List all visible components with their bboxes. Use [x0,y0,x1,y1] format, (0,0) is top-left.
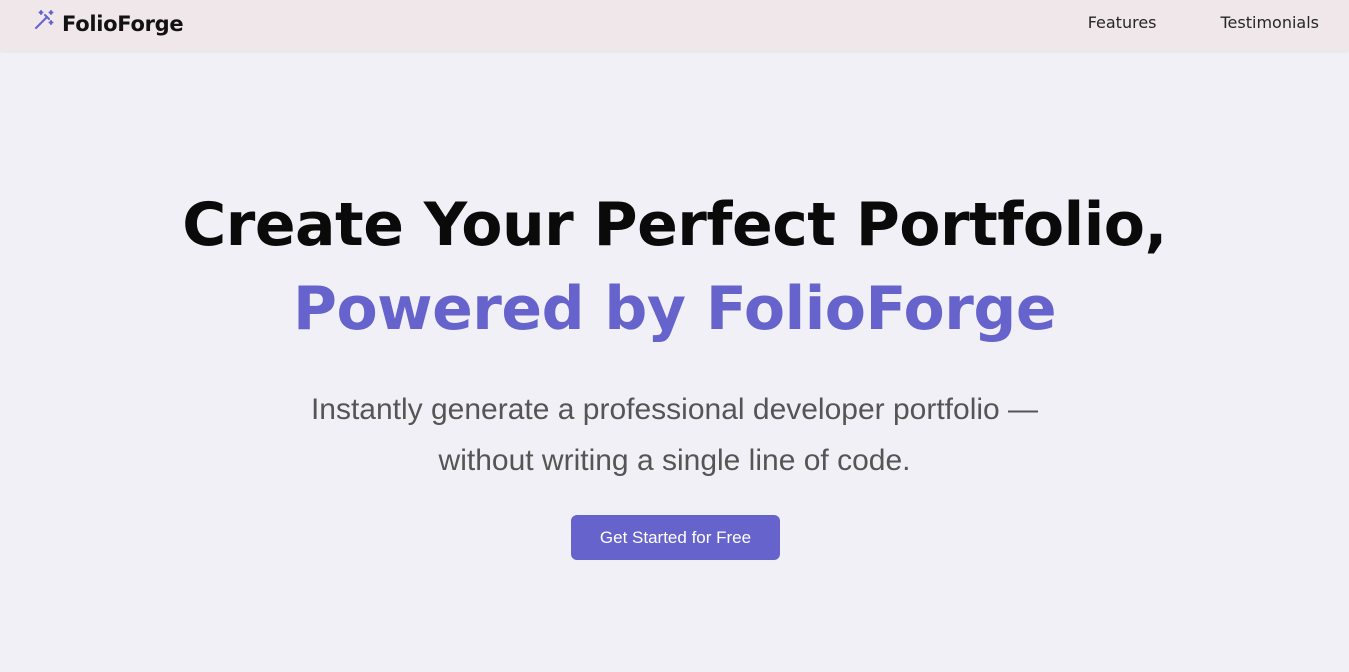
navbar: FolioForge Features Testimonials [0,0,1349,51]
get-started-button[interactable]: Get Started for Free [571,515,780,560]
magic-wand-icon [32,8,56,32]
hero-subtitle-line1: Instantly generate a professional develo… [310,393,1039,426]
nav-links: Features Testimonials [1024,13,1319,32]
nav-link-features[interactable]: Features [1088,13,1157,32]
hero-title-accent: Powered by FolioForge [292,274,1057,344]
nav-link-testimonials[interactable]: Testimonials [1221,13,1320,32]
hero-title-line1: Create Your Perfect Portfolio, [182,190,1167,260]
hero-title: Create Your Perfect Portfolio, Powered b… [0,183,1349,351]
hero-subtitle: Instantly generate a professional develo… [0,384,1349,486]
brand-name: FolioForge [62,12,184,36]
brand-logo-link[interactable]: FolioForge [32,8,184,40]
hero-subtitle-line2: without writing a single line of code. [438,444,911,477]
